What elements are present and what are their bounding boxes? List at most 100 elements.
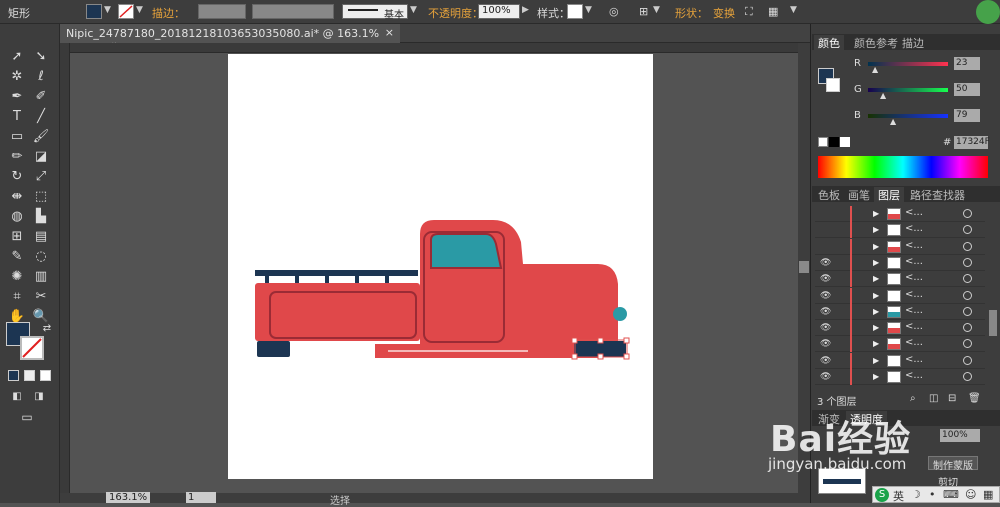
expand-triangle-icon[interactable]: ▶	[873, 323, 879, 332]
b-value[interactable]: 79	[954, 109, 980, 122]
tab-color-guide[interactable]: 颜色参考	[850, 35, 902, 51]
draw-mode-icon[interactable]: ◧	[8, 388, 26, 406]
style-dropdown-icon[interactable]: ▼	[410, 5, 417, 15]
type-tool-icon[interactable]: T	[8, 108, 26, 126]
expand-triangle-icon[interactable]: ▶	[873, 356, 879, 365]
symbol-sprayer-icon[interactable]: ✺	[8, 268, 26, 286]
layer-row[interactable]: 👁 ▶ <...	[815, 336, 985, 353]
opacity-input[interactable]: 100%	[478, 4, 520, 19]
line-tool-icon[interactable]: ╱	[32, 108, 50, 126]
none-swatch[interactable]	[818, 137, 828, 147]
target-circle-icon[interactable]	[963, 257, 972, 267]
expand-triangle-icon[interactable]: ▶	[873, 339, 879, 348]
stroke-weight-select[interactable]	[198, 4, 246, 19]
stroke-dropdown-icon[interactable]: ▼	[136, 5, 143, 15]
layer-row[interactable]: ▶ <...	[815, 206, 985, 222]
direct-selection-tool-icon[interactable]: ➘	[32, 48, 50, 66]
layers-scroll-thumb[interactable]	[989, 310, 997, 336]
ime-keyboard-icon[interactable]: ⌨	[943, 488, 959, 501]
color-spectrum[interactable]	[818, 156, 988, 178]
tab-brushes[interactable]: 画笔	[844, 187, 874, 203]
selection-tool-icon[interactable]: ➚	[8, 48, 26, 66]
gradient-mode-icon[interactable]	[24, 370, 35, 381]
screen-mode-icon[interactable]: ▭	[18, 408, 36, 426]
visibility-eye-icon[interactable]: 👁	[820, 372, 831, 382]
zoom-field[interactable]: 163.1%	[106, 492, 151, 503]
tab-stroke[interactable]: 描边	[898, 35, 928, 51]
variable-width-select[interactable]	[252, 4, 334, 19]
shape-label[interactable]: 形状：	[675, 5, 708, 21]
pen-tool-icon[interactable]: ✒	[8, 88, 26, 106]
layer-row[interactable]: 👁 ▶ <...	[815, 303, 985, 320]
ime-toolbar[interactable]: S 英 ☽ • ⌨ ☺ ▦	[872, 486, 1000, 503]
free-transform-icon[interactable]: ⬚	[32, 188, 50, 206]
gradient-tool-icon[interactable]: ▤	[32, 228, 50, 246]
target-circle-icon[interactable]	[963, 355, 972, 365]
color-mode-icon[interactable]	[8, 370, 19, 381]
recolor-icon[interactable]: ◎	[609, 5, 619, 18]
layer-row[interactable]: 👁 ▶ <...	[815, 287, 985, 304]
arrange-icon[interactable]: ▦	[768, 5, 778, 18]
make-mask-button[interactable]: 制作蒙版	[928, 456, 978, 472]
ime-menu-icon[interactable]: ▦	[983, 488, 993, 501]
tab-color[interactable]: 颜色	[814, 35, 844, 51]
stroke-color-box[interactable]	[20, 336, 44, 360]
target-circle-icon[interactable]	[963, 306, 972, 316]
b-slider[interactable]	[868, 114, 948, 118]
ime-lang-icon[interactable]: 英	[893, 488, 904, 504]
mesh-tool-icon[interactable]: ⊞	[8, 228, 26, 246]
black-swatch[interactable]	[829, 137, 839, 147]
rotate-tool-icon[interactable]: ↻	[8, 168, 26, 186]
lasso-icon[interactable]: ℓ	[32, 68, 50, 86]
shape-builder-icon[interactable]: ◍	[8, 208, 26, 226]
white-swatch[interactable]	[840, 137, 850, 147]
visibility-eye-icon[interactable]: 👁	[820, 291, 831, 301]
curvature-tool-icon[interactable]: ✐	[32, 88, 50, 106]
swap-colors-icon[interactable]: ⇄	[38, 320, 56, 338]
r-slider[interactable]	[868, 62, 948, 66]
layer-row[interactable]: 👁 ▶ <...	[815, 254, 985, 271]
visibility-eye-icon[interactable]: 👁	[820, 323, 831, 333]
artboard-field[interactable]: 1	[186, 492, 216, 503]
target-circle-icon[interactable]	[963, 241, 972, 251]
brush-tool-icon[interactable]: 🖌	[32, 128, 50, 146]
new-sublayer-icon[interactable]: ⊟	[948, 393, 956, 404]
none-mode-icon[interactable]	[40, 370, 51, 381]
ime-moon-icon[interactable]: ☽	[911, 488, 921, 501]
isolate-icon[interactable]: ⛶	[745, 5, 753, 19]
eyedropper-icon[interactable]: ✎	[8, 248, 26, 266]
fill-swatch[interactable]	[86, 4, 102, 19]
truck-artwork[interactable]	[228, 54, 653, 479]
rectangle-tool-icon[interactable]: ▭	[8, 128, 26, 146]
expand-triangle-icon[interactable]: ▶	[873, 225, 879, 234]
layer-row[interactable]: 👁 ▶ <...	[815, 271, 985, 288]
delete-layer-icon[interactable]: 🗑	[968, 393, 981, 404]
layer-row[interactable]: 👁 ▶ <...	[815, 369, 985, 385]
target-circle-icon[interactable]	[963, 290, 972, 300]
scale-tool-icon[interactable]: ⤢	[32, 168, 50, 186]
align-dropdown-icon[interactable]: ▼	[653, 5, 660, 15]
tab-swatches[interactable]: 色板	[814, 187, 844, 203]
clipping-mask-icon[interactable]: ◫	[929, 393, 938, 404]
transparency-opacity[interactable]: 100%	[940, 429, 980, 442]
visibility-eye-icon[interactable]: 👁	[820, 307, 831, 317]
layer-row[interactable]: 👁 ▶ <...	[815, 320, 985, 337]
document-tab[interactable]: Nipic_24787180_20181218103653035080.ai* …	[60, 24, 400, 55]
close-tab-icon[interactable]: ×	[385, 26, 394, 39]
visibility-eye-icon[interactable]: 👁	[820, 339, 831, 349]
hex-value[interactable]: 17324F	[954, 136, 990, 149]
expand-triangle-icon[interactable]: ▶	[873, 291, 879, 300]
expand-triangle-icon[interactable]: ▶	[873, 372, 879, 381]
panel-stroke-swatch[interactable]	[826, 78, 840, 92]
chart-tool-icon[interactable]: ▙	[32, 208, 50, 226]
stroke-label[interactable]: 描边：	[152, 5, 185, 21]
ime-punct-icon[interactable]: •	[929, 488, 936, 501]
target-circle-icon[interactable]	[963, 372, 972, 381]
layer-row[interactable]: ▶ <...	[815, 238, 985, 255]
draw-behind-icon[interactable]: ◨	[30, 388, 48, 406]
b-slider-handle-icon[interactable]: ▲	[890, 117, 896, 126]
magic-wand-icon[interactable]: ✲	[8, 68, 26, 86]
scrollbar-thumb[interactable]	[799, 261, 809, 273]
layer-row[interactable]: ▶ <...	[815, 222, 985, 239]
pencil-tool-icon[interactable]: ✏	[8, 148, 26, 166]
